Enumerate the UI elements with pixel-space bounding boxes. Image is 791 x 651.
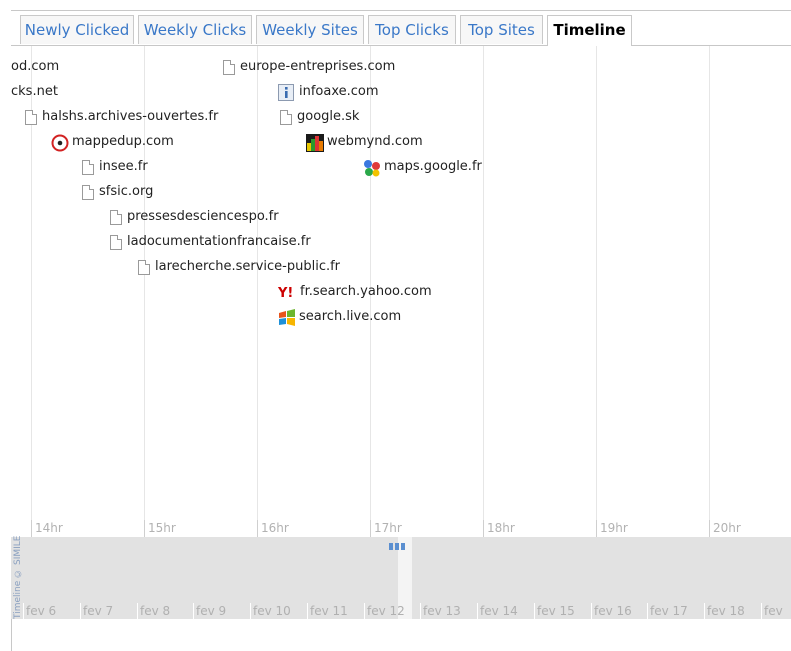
yahoo-icon: Y!	[277, 284, 298, 301]
overview-day-label: fev 10	[250, 603, 291, 619]
event-label: pressesdesciencespo.fr	[127, 209, 279, 224]
tab-bar: Newly Clicked Weekly Clicks Weekly Sites…	[11, 11, 791, 46]
document-icon	[223, 59, 235, 75]
timeline-event[interactable]: halshs.archives-ouvertes.fr	[23, 107, 218, 127]
overview-day-label: fev 11	[307, 603, 348, 619]
svg-text:Y!: Y!	[278, 286, 293, 300]
timeline-event[interactable]: cks.net	[11, 82, 58, 102]
event-label: od.com	[11, 59, 60, 74]
hour-label: 15hr	[144, 520, 176, 537]
overview-day-label: fev 18	[704, 603, 745, 619]
timeline-event[interactable]: search.live.com	[278, 307, 401, 327]
overview-day-label: fev	[761, 603, 783, 619]
overview-day-label: fev 15	[534, 603, 575, 619]
overview-band[interactable]: fev 6 fev 7 fev 8 fev 9 fev 10 fev 11 fe…	[11, 537, 791, 619]
tab-weekly-sites[interactable]: Weekly Sites	[256, 15, 364, 44]
timeline-event[interactable]: google.sk	[278, 107, 359, 127]
target-icon	[51, 134, 69, 152]
event-label: cks.net	[11, 84, 58, 99]
simile-credit[interactable]: Timeline © SIMILE	[13, 527, 27, 619]
timeline-event[interactable]: ladocumentationfrancaise.fr	[108, 232, 311, 252]
document-icon	[138, 259, 150, 275]
timeline-band[interactable]: 14hr 15hr 16hr 17hr 18hr 19hr 20hr od.co…	[11, 46, 791, 537]
event-label: fr.search.yahoo.com	[300, 284, 432, 299]
timeline-event[interactable]: europe-entreprises.com	[221, 57, 395, 77]
timeline-event[interactable]: infoaxe.com	[278, 82, 379, 102]
event-label: maps.google.fr	[384, 159, 482, 174]
overview-day-label: fev 9	[193, 603, 226, 619]
timeline-event[interactable]: od.com	[11, 57, 59, 77]
event-label: europe-entreprises.com	[240, 59, 396, 74]
document-icon	[110, 209, 122, 225]
event-label: halshs.archives-ouvertes.fr	[42, 109, 219, 124]
document-icon	[110, 234, 122, 250]
hour-label: 19hr	[596, 520, 628, 537]
tab-top-clicks[interactable]: Top Clicks	[368, 15, 456, 44]
event-label: infoaxe.com	[299, 84, 379, 99]
overview-day-label: fev 13	[420, 603, 461, 619]
timeline-event[interactable]: larecherche.service-public.fr	[136, 257, 340, 277]
hour-label: 16hr	[257, 520, 289, 537]
hour-label: 17hr	[370, 520, 402, 537]
overview-day-label: fev 6	[23, 603, 56, 619]
document-icon	[82, 184, 94, 200]
google-maps-icon	[363, 159, 380, 177]
timeline-event[interactable]: mappedup.com	[51, 132, 174, 152]
overview-event-marker	[395, 543, 399, 550]
document-icon	[25, 109, 37, 125]
document-icon	[280, 109, 292, 125]
hour-label: 18hr	[483, 520, 515, 537]
tab-timeline[interactable]: Timeline	[547, 15, 632, 46]
overview-day-label: fev 8	[137, 603, 170, 619]
hour-label: 14hr	[31, 520, 63, 537]
event-label: mappedup.com	[72, 134, 174, 149]
overview-day-label: fev 14	[477, 603, 518, 619]
timeline-event[interactable]: pressesdesciencespo.fr	[108, 207, 279, 227]
event-label: sfsic.org	[99, 184, 154, 199]
timeline-gridline	[483, 46, 484, 537]
overview-day-label: fev 12	[364, 603, 405, 619]
timeline-gridline	[257, 46, 258, 537]
event-label: search.live.com	[299, 309, 402, 324]
overview-event-marker	[389, 543, 393, 550]
timeline-gridline	[596, 46, 597, 537]
timeline-gridline	[709, 46, 710, 537]
timeline-event[interactable]: webmynd.com	[306, 132, 423, 152]
webmynd-icon	[306, 134, 324, 152]
tab-weekly-clicks[interactable]: Weekly Clicks	[138, 15, 252, 44]
document-icon	[82, 159, 94, 175]
overview-event-marker	[401, 543, 405, 550]
timeline-event[interactable]: Y! fr.search.yahoo.com	[277, 282, 432, 302]
event-label: webmynd.com	[327, 134, 423, 149]
hour-label: 20hr	[709, 520, 741, 537]
event-label: ladocumentationfrancaise.fr	[127, 234, 311, 249]
event-label: google.sk	[297, 109, 360, 124]
tab-newly-clicked[interactable]: Newly Clicked	[20, 15, 134, 44]
tab-top-sites[interactable]: Top Sites	[460, 15, 543, 44]
timeline-event[interactable]: maps.google.fr	[363, 157, 482, 177]
overview-day-label: fev 16	[591, 603, 632, 619]
overview-day-label: fev 17	[647, 603, 688, 619]
event-label: insee.fr	[99, 159, 148, 174]
info-icon	[278, 84, 294, 101]
timeline-event[interactable]: insee.fr	[80, 157, 148, 177]
event-label: larecherche.service-public.fr	[155, 259, 341, 274]
timeline-event[interactable]: sfsic.org	[80, 182, 153, 202]
windows-icon	[278, 309, 295, 326]
overview-day-label: fev 7	[80, 603, 113, 619]
